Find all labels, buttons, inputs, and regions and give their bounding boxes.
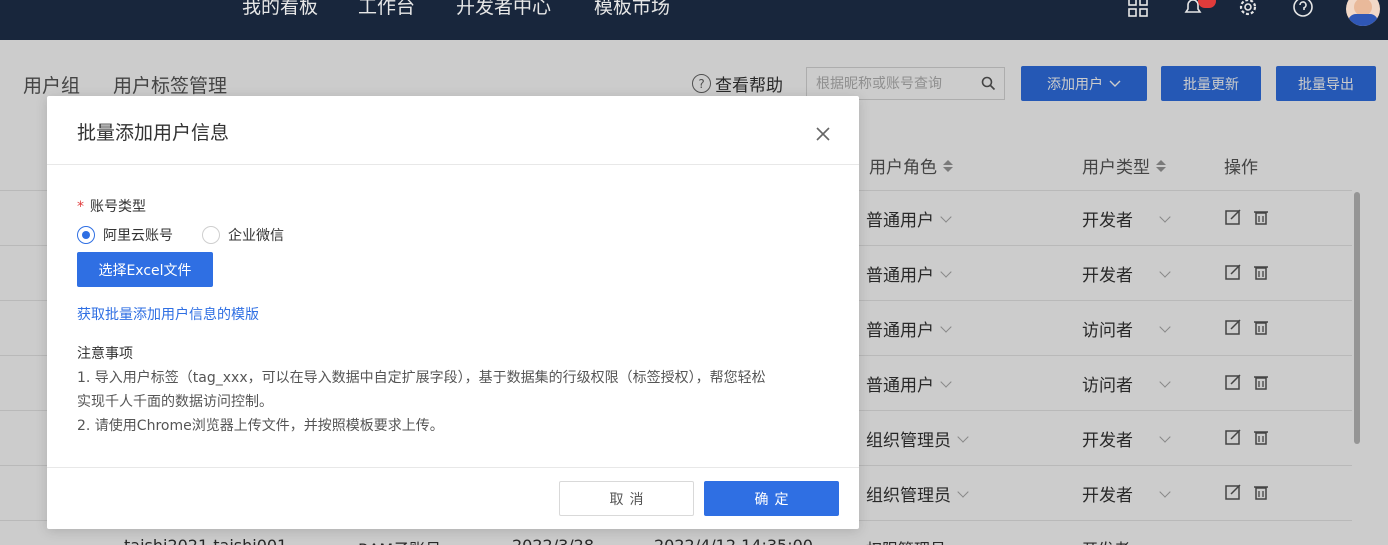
- notice-line: 实现千人千面的数据访问控制。: [77, 394, 273, 410]
- help-icon[interactable]: [1292, 0, 1316, 17]
- notice-line: 1. 导入用户标签（tag_xxx，可以在导入数据中自定扩展字段），基于数据集的…: [77, 370, 766, 386]
- account-type-label: * 账号类型: [77, 196, 146, 216]
- radio-aliyun-account[interactable]: 阿里云账号: [77, 225, 173, 245]
- select-excel-button[interactable]: 选择Excel文件: [77, 252, 213, 287]
- radio-button[interactable]: [77, 226, 95, 244]
- modal-divider: [47, 467, 859, 468]
- radio-label: 阿里云账号: [103, 228, 173, 244]
- notification-badge: [1198, 0, 1216, 8]
- avatar[interactable]: [1346, 0, 1380, 26]
- close-icon[interactable]: [815, 126, 831, 142]
- nav-item-workbench[interactable]: 工作台: [358, 0, 415, 19]
- confirm-button[interactable]: 确定: [704, 481, 839, 516]
- account-type-text: 账号类型: [90, 199, 146, 215]
- radio-wecom[interactable]: 企业微信: [202, 225, 284, 245]
- nav-item-template-market[interactable]: 模板市场: [594, 0, 670, 19]
- modal-divider: [47, 164, 859, 165]
- grid-icon[interactable]: [1127, 0, 1151, 17]
- notice-line: 2. 请使用Chrome浏览器上传文件，并按照模板要求上传。: [77, 418, 444, 434]
- batch-add-users-modal: 批量添加用户信息 * 账号类型 阿里云账号 企业微信 选择Excel文件 获取批量…: [47, 96, 859, 529]
- gear-icon[interactable]: [1237, 0, 1261, 16]
- modal-title: 批量添加用户信息: [77, 122, 230, 144]
- radio-button[interactable]: [202, 226, 220, 244]
- radio-label: 企业微信: [228, 228, 284, 244]
- required-mark: *: [77, 199, 84, 215]
- template-download-link[interactable]: 获取批量添加用户信息的模版: [77, 304, 259, 324]
- top-nav-bar: 我的看板 工作台 开发者中心 模板市场: [0, 0, 1388, 40]
- nav-item-developer-center[interactable]: 开发者中心: [456, 0, 551, 19]
- cancel-button[interactable]: 取消: [559, 481, 694, 516]
- notice-title: 注意事项: [77, 346, 133, 362]
- nav-item-my-boards[interactable]: 我的看板: [242, 0, 318, 19]
